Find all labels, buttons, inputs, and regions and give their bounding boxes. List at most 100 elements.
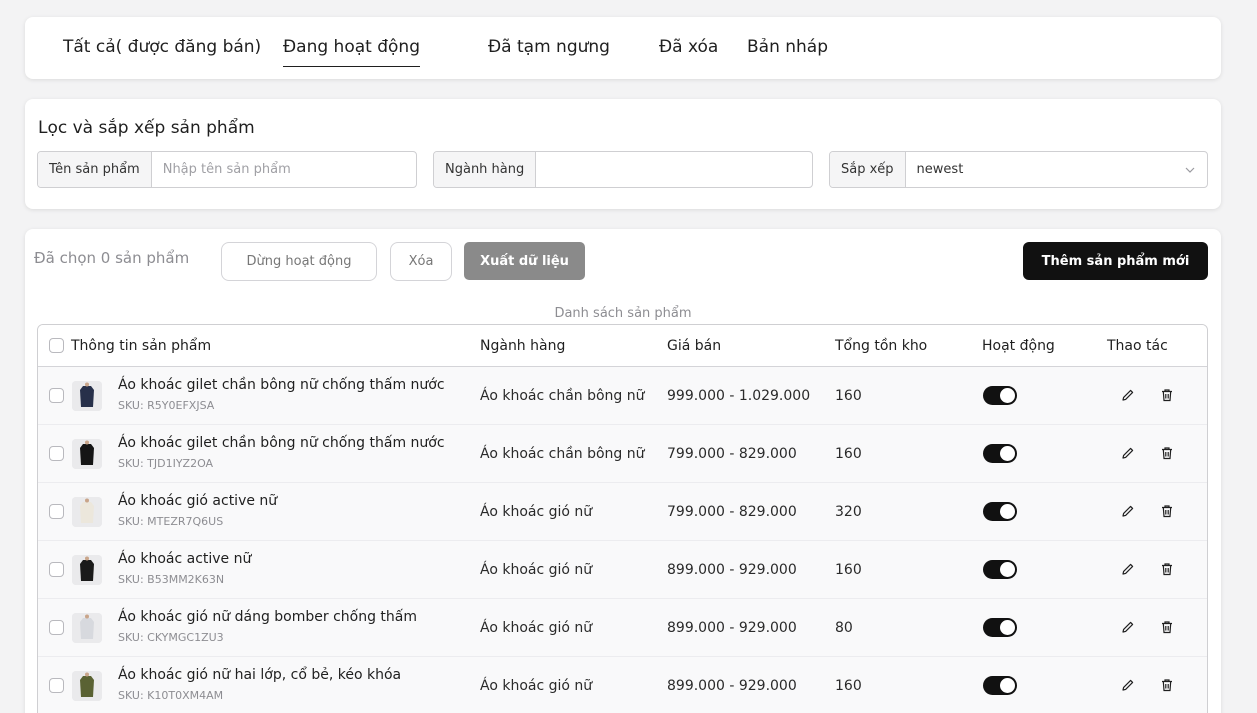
product-thumbnail bbox=[72, 555, 102, 585]
sort-filter: Sắp xếp newest bbox=[829, 151, 1208, 188]
product-name[interactable]: Áo khoác gió nữ hai lớp, cổ bẻ, kéo khóa bbox=[118, 667, 401, 683]
product-thumbnail bbox=[72, 497, 102, 527]
product-list-panel: Đã chọn 0 sản phẩm Dừng hoạt động Xóa Xu… bbox=[25, 229, 1221, 713]
product-sku: SKU: MTEZR7Q6US bbox=[118, 515, 224, 528]
product-thumbnail bbox=[72, 381, 102, 411]
table-row: Áo khoác gió active nữ SKU: MTEZR7Q6US Áo … bbox=[38, 483, 1207, 541]
table-row: Áo khoác gilet chần bông nữ chống thấm n… bbox=[38, 367, 1207, 425]
product-sku: SKU: B53MM2K63N bbox=[118, 573, 225, 586]
toggle-knob bbox=[1000, 562, 1015, 577]
row-checkbox[interactable] bbox=[49, 446, 64, 461]
active-toggle[interactable] bbox=[983, 502, 1017, 521]
product-sku: SKU: CKYMGC1ZU3 bbox=[118, 631, 224, 644]
product-name-filter: Tên sản phẩm Nhập tên sản phẩm bbox=[37, 151, 417, 188]
pencil-icon[interactable] bbox=[1119, 386, 1137, 404]
row-checkbox[interactable] bbox=[49, 562, 64, 577]
trash-icon[interactable] bbox=[1158, 444, 1176, 462]
pencil-icon[interactable] bbox=[1119, 618, 1137, 636]
active-toggle[interactable] bbox=[983, 444, 1017, 463]
product-stock: 160 bbox=[835, 678, 862, 694]
trash-icon[interactable] bbox=[1158, 618, 1176, 636]
table-header: Thông tin sản phẩm Ngành hàng Giá bán Tổ… bbox=[38, 325, 1207, 367]
header-actions: Thao tác bbox=[1107, 338, 1168, 354]
product-name-placeholder: Nhập tên sản phẩm bbox=[162, 162, 291, 177]
trash-icon[interactable] bbox=[1158, 560, 1176, 578]
product-name[interactable]: Áo khoác active nữ bbox=[118, 551, 251, 567]
product-price: 799.000 - 829.000 bbox=[667, 446, 797, 462]
product-table: Thông tin sản phẩm Ngành hàng Giá bán Tổ… bbox=[37, 324, 1208, 713]
product-category: Áo khoác chần bông nữ bbox=[480, 388, 645, 404]
product-stock: 160 bbox=[835, 388, 862, 404]
toggle-knob bbox=[1000, 504, 1015, 519]
product-stock: 80 bbox=[835, 620, 853, 636]
product-sku: SKU: K10T0XM4AM bbox=[118, 689, 224, 702]
product-name-label: Tên sản phẩm bbox=[38, 152, 152, 187]
product-stock: 320 bbox=[835, 504, 862, 520]
product-price: 899.000 - 929.000 bbox=[667, 620, 797, 636]
product-thumbnail bbox=[72, 671, 102, 701]
tab-deleted[interactable]: Đã xóa bbox=[659, 37, 718, 57]
product-name[interactable]: Áo khoác gilet chần bông nữ chống thấm n… bbox=[118, 377, 445, 393]
tab-paused[interactable]: Đã tạm ngưng bbox=[488, 37, 610, 57]
product-name[interactable]: Áo khoác gió active nữ bbox=[118, 493, 277, 509]
table-row: Áo khoác gió nữ hai lớp, cổ bẻ, kéo khóa… bbox=[38, 657, 1207, 713]
pencil-icon[interactable] bbox=[1119, 676, 1137, 694]
trash-icon[interactable] bbox=[1158, 676, 1176, 694]
select-all-checkbox[interactable] bbox=[49, 338, 64, 353]
tab-all[interactable]: Tất cả( được đăng bán) bbox=[63, 37, 261, 57]
active-toggle[interactable] bbox=[983, 560, 1017, 579]
product-category: Áo khoác gió nữ bbox=[480, 678, 593, 694]
row-checkbox[interactable] bbox=[49, 620, 64, 635]
product-category: Áo khoác gió nữ bbox=[480, 504, 593, 520]
product-name-input[interactable]: Nhập tên sản phẩm bbox=[152, 152, 416, 187]
trash-icon[interactable] bbox=[1158, 386, 1176, 404]
sort-label: Sắp xếp bbox=[830, 152, 906, 187]
trash-icon[interactable] bbox=[1158, 502, 1176, 520]
tab-active[interactable]: Đang hoạt động bbox=[283, 37, 420, 67]
product-name[interactable]: Áo khoác gió nữ dáng bomber chống thấm bbox=[118, 609, 417, 625]
status-tabs: Tất cả( được đăng bán) Đang hoạt động Đã… bbox=[25, 17, 1221, 79]
toggle-knob bbox=[1000, 678, 1015, 693]
product-price: 899.000 - 929.000 bbox=[667, 562, 797, 578]
pencil-icon[interactable] bbox=[1119, 444, 1137, 462]
product-stock: 160 bbox=[835, 562, 862, 578]
header-category: Ngành hàng bbox=[480, 338, 566, 354]
row-checkbox[interactable] bbox=[49, 388, 64, 403]
toggle-knob bbox=[1000, 446, 1015, 461]
header-price: Giá bán bbox=[667, 338, 722, 354]
table-row: Áo khoác gió nữ dáng bomber chống thấm SK… bbox=[38, 599, 1207, 657]
chevron-down-icon[interactable] bbox=[1173, 152, 1207, 187]
stop-activity-button[interactable]: Dừng hoạt động bbox=[221, 242, 377, 281]
product-category: Áo khoác gió nữ bbox=[480, 562, 593, 578]
product-price: 999.000 - 1.029.000 bbox=[667, 388, 811, 404]
pencil-icon[interactable] bbox=[1119, 560, 1137, 578]
active-toggle[interactable] bbox=[983, 618, 1017, 637]
table-row: Áo khoác active nữ SKU: B53MM2K63N Áo khoá… bbox=[38, 541, 1207, 599]
active-toggle[interactable] bbox=[983, 676, 1017, 695]
toggle-knob bbox=[1000, 388, 1015, 403]
product-price: 799.000 - 829.000 bbox=[667, 504, 797, 520]
product-sku: SKU: R5Y0EFXJSA bbox=[118, 399, 215, 412]
sort-select[interactable]: newest bbox=[906, 152, 1173, 187]
pencil-icon[interactable] bbox=[1119, 502, 1137, 520]
row-checkbox[interactable] bbox=[49, 504, 64, 519]
product-category: Áo khoác gió nữ bbox=[480, 620, 593, 636]
product-thumbnail bbox=[72, 439, 102, 469]
delete-button[interactable]: Xóa bbox=[390, 242, 452, 281]
table-row: Áo khoác gilet chần bông nữ chống thấm n… bbox=[38, 425, 1207, 483]
add-product-button[interactable]: Thêm sản phẩm mới bbox=[1023, 242, 1208, 280]
product-sku: SKU: TJD1IYZ2OA bbox=[118, 457, 214, 470]
header-active: Hoạt động bbox=[982, 338, 1055, 354]
header-product-info: Thông tin sản phẩm bbox=[71, 338, 212, 354]
active-toggle[interactable] bbox=[983, 386, 1017, 405]
tab-drafts[interactable]: Bản nháp bbox=[747, 37, 828, 57]
row-checkbox[interactable] bbox=[49, 678, 64, 693]
category-filter: Ngành hàng bbox=[433, 151, 813, 188]
category-input[interactable] bbox=[536, 152, 812, 187]
export-data-button[interactable]: Xuất dữ liệu bbox=[464, 242, 585, 280]
product-price: 899.000 - 929.000 bbox=[667, 678, 797, 694]
selected-count: Đã chọn 0 sản phẩm bbox=[34, 249, 190, 267]
header-stock: Tổng tồn kho bbox=[835, 338, 928, 354]
table-caption: Danh sách sản phẩm bbox=[554, 306, 692, 321]
product-name[interactable]: Áo khoác gilet chần bông nữ chống thấm n… bbox=[118, 435, 445, 451]
